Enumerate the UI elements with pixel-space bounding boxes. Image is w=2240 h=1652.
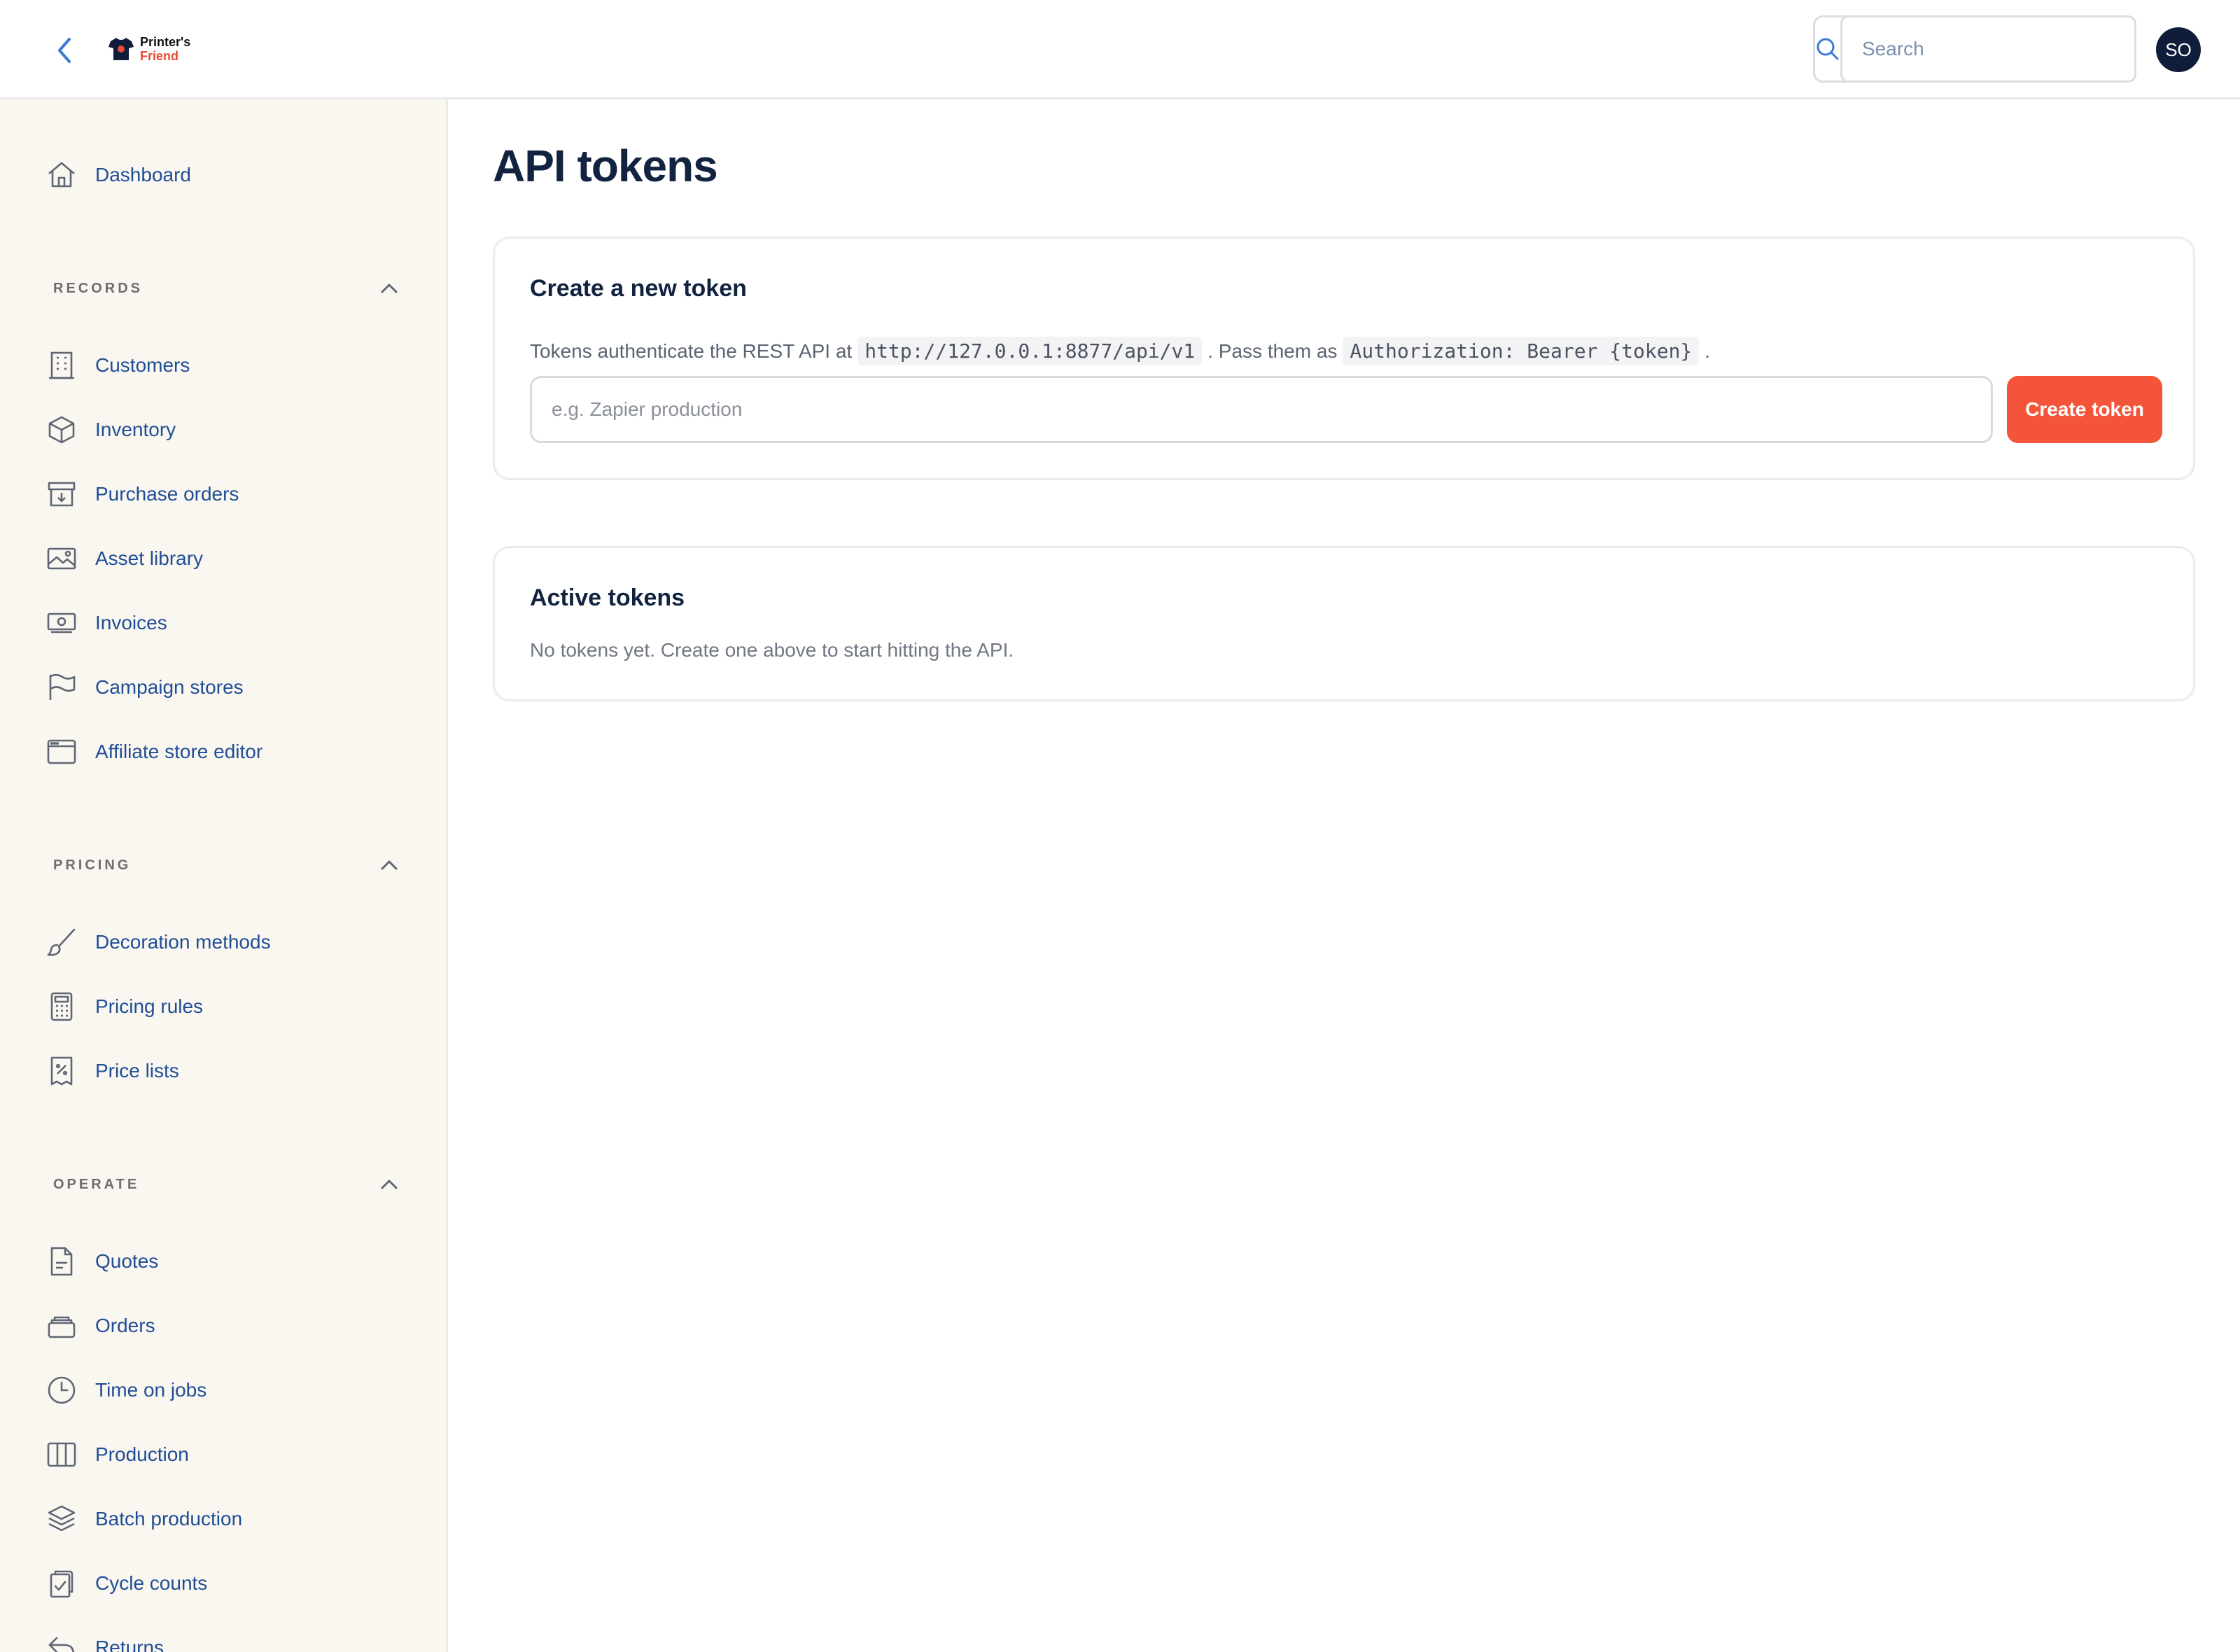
sidebar-item-pricing-rules[interactable]: Pricing rules (45, 986, 203, 1028)
brand-name-line1: Printer's (140, 35, 191, 49)
brand-name-line2: Friend (140, 49, 179, 63)
sidebar-item-label: Pricing rules (95, 995, 204, 1017)
sidebar-item-customers[interactable]: Customers (45, 344, 190, 386)
chevron-up-icon (381, 860, 398, 870)
sidebar-item-label: Quotes (95, 1250, 159, 1272)
collapse-operate-button[interactable] (375, 1170, 403, 1198)
active-tokens-card: Active tokens No tokens yet. Create one … (493, 546, 2195, 701)
search-icon (1816, 38, 1839, 60)
sidebar-item-time-on-jobs[interactable]: Time on jobs (45, 1369, 206, 1411)
section-header-pricing: PRICING (53, 851, 403, 879)
sidebar-item-label: Inventory (95, 419, 176, 440)
empty-state-message: No tokens yet. Create one above to start… (530, 639, 1014, 661)
sidebar-item-label: Invoices (95, 612, 167, 634)
collapse-pricing-button[interactable] (375, 851, 403, 879)
sidebar-item-campaign-stores[interactable]: Campaign stores (45, 666, 244, 708)
section-title: OPERATE (53, 1176, 140, 1192)
clock-icon (45, 1373, 78, 1407)
section-header-records: RECORDS (53, 274, 403, 302)
cube-icon (45, 413, 78, 447)
brand-logo[interactable]: Printer's Friend (108, 35, 190, 63)
chevron-up-icon (381, 284, 398, 293)
columns-icon (45, 1438, 78, 1471)
auth-header-code: Authorization: Bearer {token} (1343, 337, 1700, 365)
sidebar-item-decoration-methods[interactable]: Decoration methods (45, 921, 271, 963)
document-icon (45, 1245, 78, 1278)
image-icon (45, 542, 78, 575)
description-text: . Pass them as (1208, 340, 1338, 362)
sidebar-item-label: Cycle counts (95, 1572, 208, 1594)
search-box (1813, 15, 2136, 83)
sidebar-item-affiliate-store-editor[interactable]: Affiliate store editor (45, 731, 262, 773)
sidebar-item-asset-library[interactable]: Asset library (45, 538, 203, 580)
tshirt-logo-icon (108, 38, 134, 60)
calculator-icon (45, 990, 78, 1023)
section-title: RECORDS (53, 280, 144, 296)
sidebar-item-label: Decoration methods (95, 931, 271, 953)
card-title: Active tokens (530, 584, 685, 611)
sidebar-item-cycle-counts[interactable]: Cycle counts (45, 1562, 207, 1604)
section-header-operate: OPERATE (53, 1170, 403, 1198)
sidebar-item-price-lists[interactable]: Price lists (45, 1050, 179, 1092)
sidebar-item-dashboard[interactable]: Dashboard (45, 154, 191, 196)
create-token-button[interactable]: Create token (2007, 376, 2162, 443)
create-token-card: Create a new token Tokens authenticate t… (493, 237, 2195, 480)
collapse-records-button[interactable] (375, 274, 403, 302)
chevron-up-icon (381, 1180, 398, 1189)
sidebar-item-label: Customers (95, 354, 190, 376)
browser-window-icon (45, 735, 78, 769)
archive-download-icon (45, 477, 78, 511)
sidebar-item-purchase-orders[interactable]: Purchase orders (45, 473, 239, 515)
user-avatar[interactable]: SO (2156, 27, 2201, 72)
sidebar-item-label: Dashboard (95, 164, 191, 186)
tray-stack-icon (45, 1309, 78, 1343)
description-text: . (1704, 340, 1711, 362)
card-description: Tokens authenticate the REST API at http… (530, 337, 1710, 365)
sidebar: Dashboard RECORDS Customers Inventory Pu… (0, 99, 448, 1652)
home-icon (45, 158, 78, 192)
sidebar-item-production[interactable]: Production (45, 1434, 189, 1476)
clipboard-check-icon (45, 1567, 78, 1600)
sidebar-item-label: Campaign stores (95, 676, 244, 698)
sidebar-item-label: Orders (95, 1315, 155, 1336)
sidebar-item-orders[interactable]: Orders (45, 1305, 155, 1347)
token-name-input[interactable] (530, 376, 1993, 443)
layers-icon (45, 1502, 78, 1536)
description-text: Tokens authenticate the REST API at (530, 340, 853, 362)
sidebar-item-label: Time on jobs (95, 1379, 207, 1401)
sidebar-item-quotes[interactable]: Quotes (45, 1240, 158, 1282)
sidebar-item-label: Purchase orders (95, 483, 239, 505)
receipt-percent-icon (45, 1054, 78, 1088)
sidebar-item-batch-production[interactable]: Batch production (45, 1498, 242, 1540)
sidebar-item-invoices[interactable]: Invoices (45, 602, 167, 644)
sidebar-item-label: Price lists (95, 1060, 179, 1082)
search-input[interactable] (1840, 15, 2136, 83)
banknote-icon (45, 606, 78, 640)
return-arrow-icon (45, 1631, 78, 1652)
sidebar-item-label: Affiliate store editor (95, 741, 263, 762)
section-title: PRICING (53, 857, 132, 873)
sidebar-item-label: Returns (95, 1637, 164, 1652)
sidebar-item-label: Asset library (95, 547, 204, 569)
sidebar-item-label: Production (95, 1443, 189, 1465)
flag-icon (45, 671, 78, 704)
sidebar-item-label: Batch production (95, 1508, 243, 1530)
page-title: API tokens (493, 141, 718, 191)
api-url-code: http://127.0.0.1:8877/api/v1 (858, 337, 1203, 365)
card-title: Create a new token (530, 275, 747, 302)
paintbrush-icon (45, 925, 78, 959)
search-button[interactable] (1815, 18, 1840, 80)
chevron-left-icon (58, 38, 71, 63)
building-icon (45, 349, 78, 382)
sidebar-item-returns[interactable]: Returns (45, 1627, 164, 1652)
back-button[interactable] (49, 34, 80, 67)
sidebar-item-inventory[interactable]: Inventory (45, 409, 176, 451)
top-bar: Printer's Friend SO (0, 0, 2240, 99)
